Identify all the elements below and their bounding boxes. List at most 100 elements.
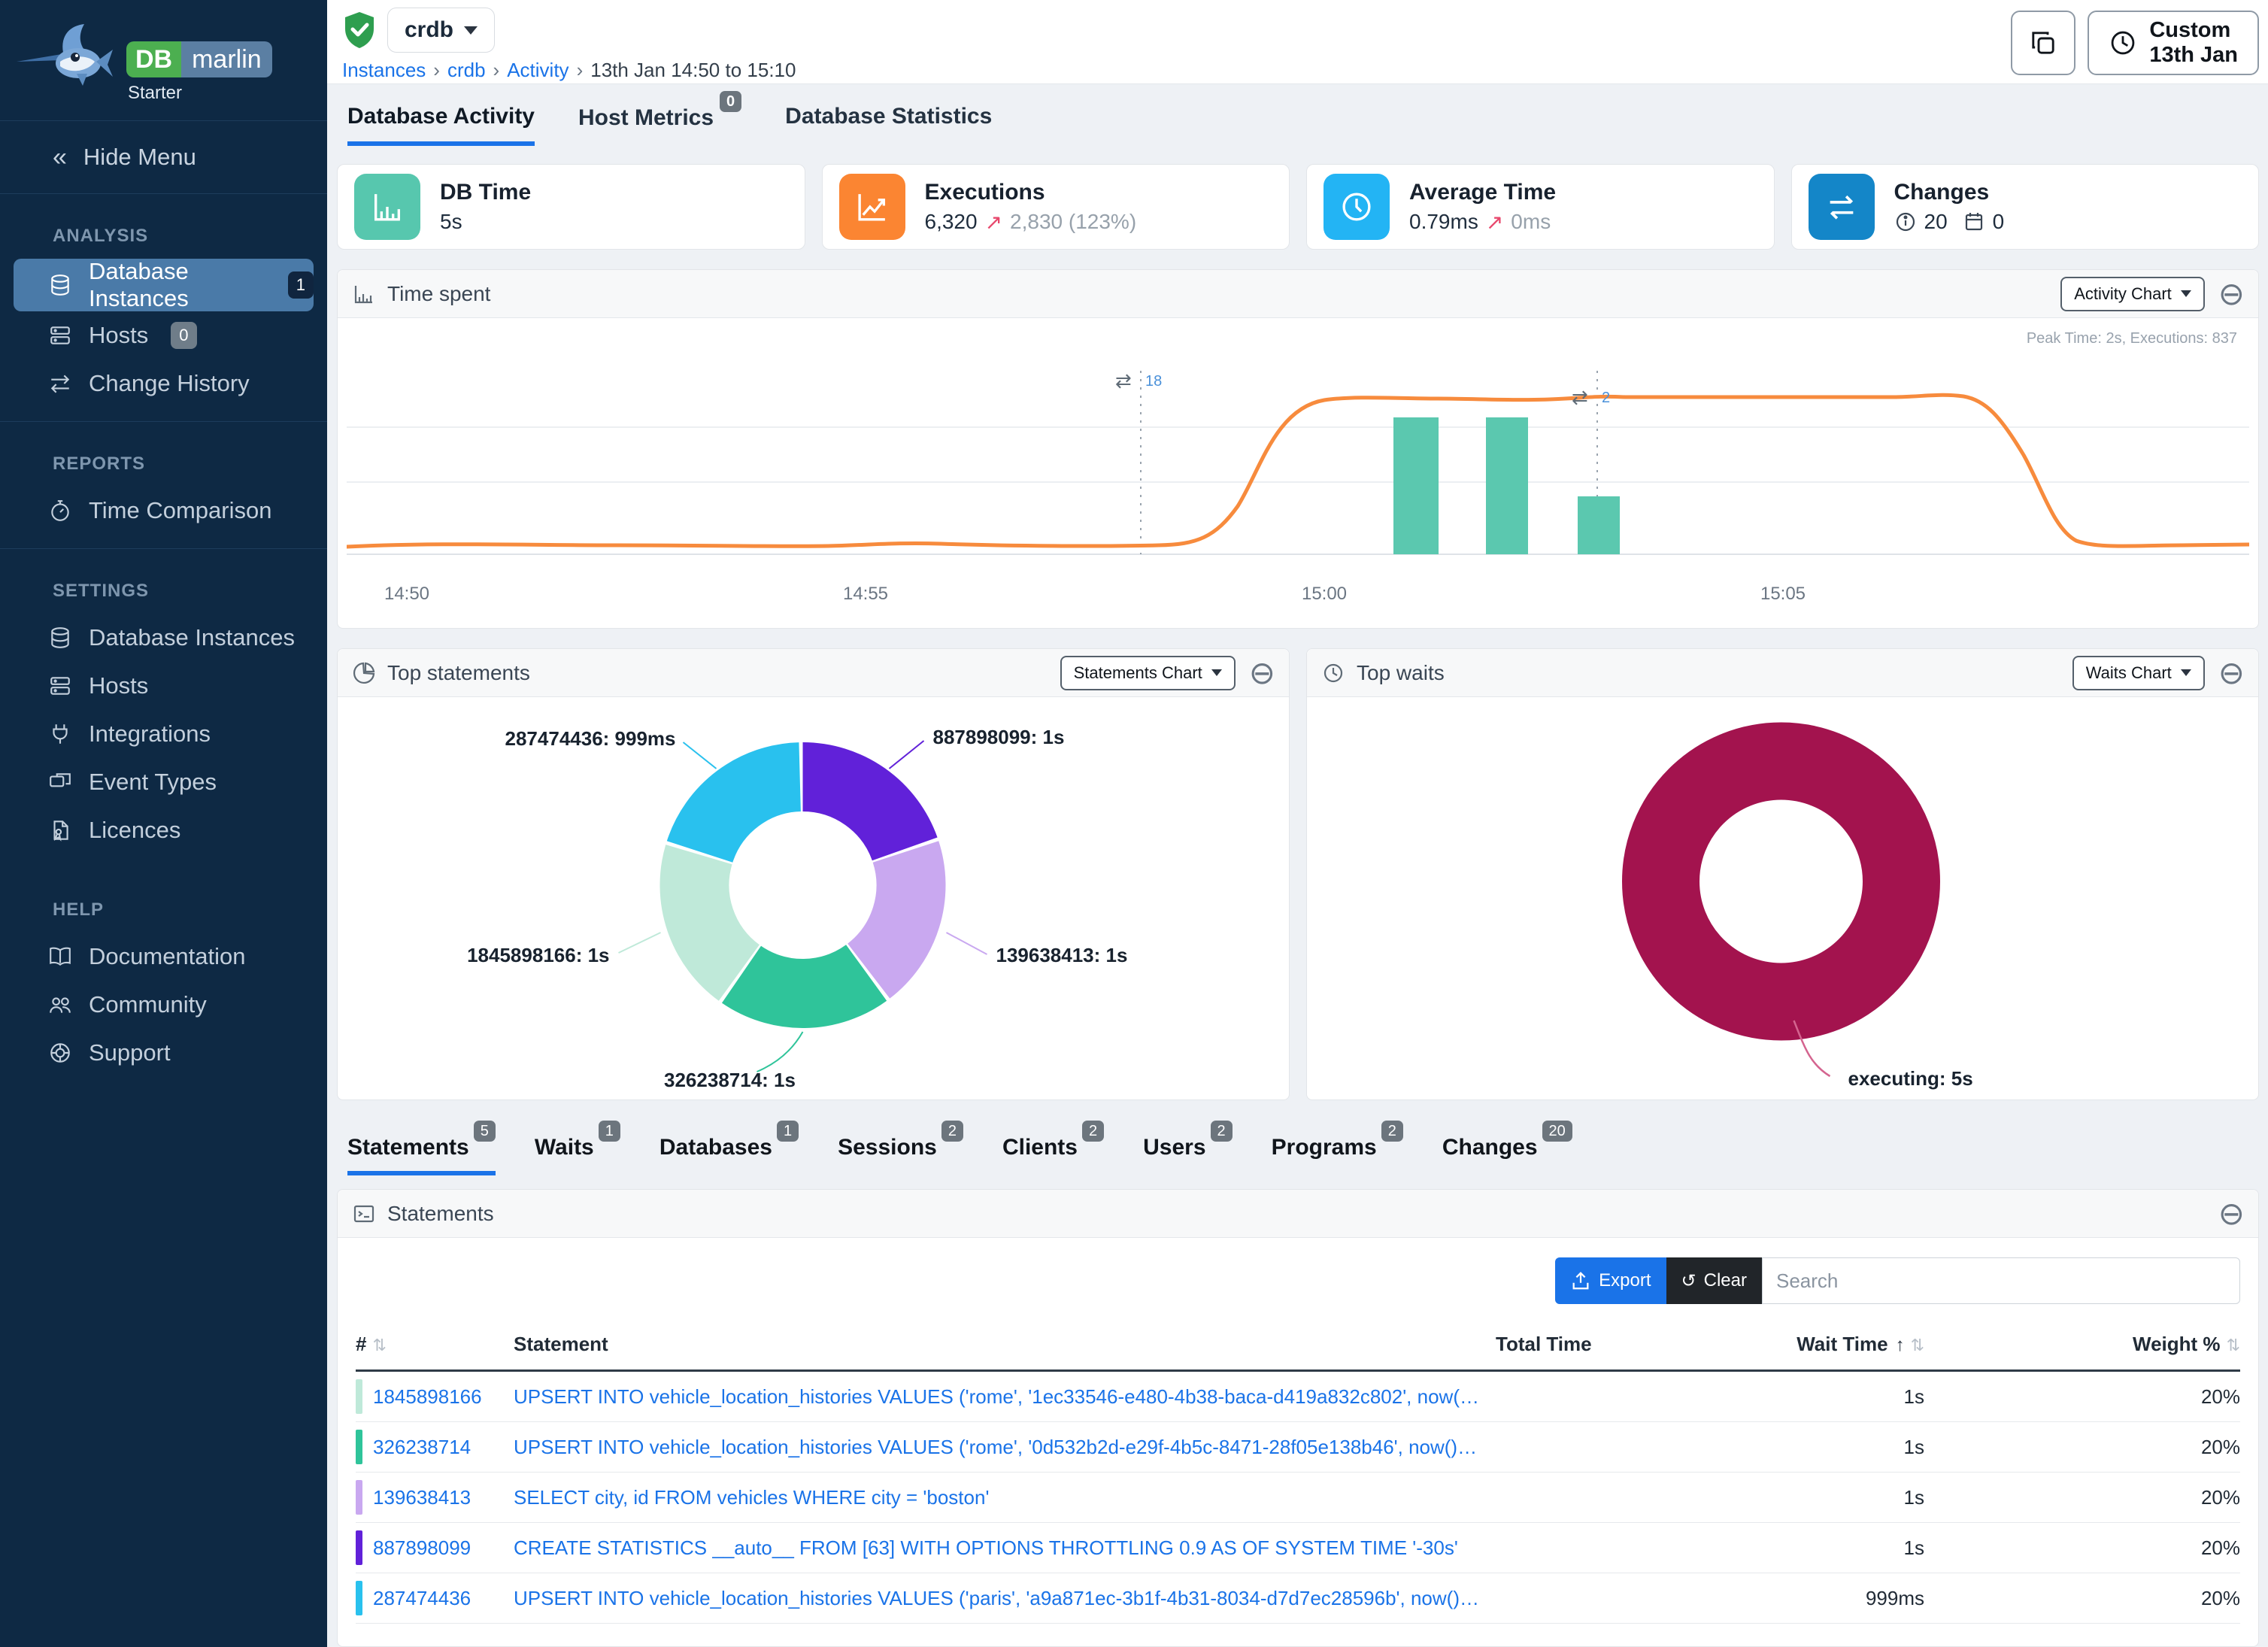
section-label: REPORTS bbox=[0, 443, 327, 487]
clear-button[interactable]: ↺ Clear bbox=[1666, 1257, 1762, 1304]
sort-up-icon[interactable]: ↑ bbox=[1896, 1335, 1905, 1355]
sidebar-item-label: Time Comparison bbox=[89, 497, 271, 524]
sidebar-item-documentation[interactable]: Documentation bbox=[0, 933, 327, 981]
search-input[interactable] bbox=[1762, 1257, 2240, 1304]
change-annotation-count[interactable]: 2 bbox=[1602, 390, 1610, 406]
sidebar-item-time-comparison[interactable]: Time Comparison bbox=[0, 487, 327, 535]
statement-id-link[interactable]: 326238714 bbox=[373, 1436, 486, 1459]
sidebar-item-integrations[interactable]: Integrations bbox=[0, 710, 327, 758]
clock-icon bbox=[1324, 174, 1390, 240]
sidebar-item-event-types[interactable]: Event Types bbox=[0, 758, 327, 806]
breadcrumb: Instances › crdb › Activity › 13th Jan 1… bbox=[342, 59, 796, 82]
statement-link[interactable]: UPSERT INTO vehicle_location_histories V… bbox=[514, 1385, 1496, 1409]
statement-list-icon bbox=[353, 1203, 375, 1225]
tab-database-activity[interactable]: Database Activity bbox=[347, 104, 535, 146]
statement-id-link[interactable]: 139638413 bbox=[373, 1486, 486, 1509]
sidebar-item-settings-database-instances[interactable]: Database Instances bbox=[0, 614, 327, 662]
breadcrumb-crdb[interactable]: crdb bbox=[447, 59, 486, 82]
sidebar-section-help: HELP Documentation Community Support bbox=[0, 868, 327, 1090]
top-waits-donut[interactable]: executing: 5s bbox=[1307, 697, 2258, 1096]
sort-icon[interactable]: ⇅ bbox=[372, 1336, 386, 1354]
donut-slice[interactable] bbox=[1661, 761, 1902, 1002]
statement-id-link[interactable]: 887898099 bbox=[373, 1536, 486, 1560]
export-button[interactable]: Export bbox=[1555, 1257, 1666, 1304]
statement-link[interactable]: CREATE STATISTICS __auto__ FROM [63] WIT… bbox=[514, 1536, 1496, 1560]
waits-chart-select[interactable]: Waits Chart bbox=[2072, 656, 2205, 690]
kpi-db-time: DB Time 5s bbox=[337, 164, 805, 250]
tab-sessions[interactable]: Sessions2 bbox=[838, 1133, 963, 1175]
sidebar-section-reports: REPORTS Time Comparison bbox=[0, 422, 327, 548]
sidebar-item-change-history[interactable]: Change History bbox=[0, 359, 327, 408]
table-toolbar: Export ↺ Clear bbox=[338, 1238, 2258, 1310]
tab-programs[interactable]: Programs2 bbox=[1272, 1133, 1403, 1175]
sidebar-item-community[interactable]: Community bbox=[0, 981, 327, 1029]
clear-label: Clear bbox=[1704, 1270, 1747, 1291]
tab-changes[interactable]: Changes20 bbox=[1442, 1133, 1572, 1175]
kpi-row: DB Time 5s Executions 6,320 ↗ 2,830 (123… bbox=[337, 164, 2259, 250]
sidebar-item-database-instances[interactable]: Database Instances 1 bbox=[14, 259, 314, 311]
statements-chart-select[interactable]: Statements Chart bbox=[1060, 656, 1236, 690]
wait-time-value: 1s bbox=[1609, 1486, 1924, 1509]
collapse-icon[interactable]: ⊖ bbox=[2218, 278, 2245, 310]
activity-chart-select[interactable]: Activity Chart bbox=[2060, 277, 2205, 311]
weight-value: 20% bbox=[1924, 1385, 2240, 1409]
change-annotation-count[interactable]: 18 bbox=[1145, 373, 1162, 390]
activity-line-chart[interactable]: ⇄ 18 ⇄ 2 14:50 14:55 15:00 15:05 bbox=[347, 357, 2249, 622]
sidebar-item-hosts[interactable]: Hosts 0 bbox=[0, 311, 327, 359]
kpi-executions: Executions 6,320 ↗ 2,830 (123%) bbox=[822, 164, 1290, 250]
col-header-total-time[interactable]: Total Time bbox=[1496, 1333, 1609, 1356]
wait-time-value: 1s bbox=[1609, 1385, 1924, 1409]
export-icon bbox=[1570, 1270, 1591, 1291]
breadcrumb-activity[interactable]: Activity bbox=[507, 59, 569, 82]
tab-users[interactable]: Users2 bbox=[1143, 1133, 1233, 1175]
bar-chart-icon bbox=[353, 283, 375, 305]
collapse-icon[interactable]: ⊖ bbox=[2218, 657, 2245, 689]
tab-label: Database Activity bbox=[347, 104, 535, 129]
col-header-num[interactable]: #⇅ bbox=[356, 1333, 514, 1356]
instance-selector-button[interactable]: crdb bbox=[387, 8, 495, 53]
tab-statements[interactable]: Statements5 bbox=[347, 1133, 496, 1175]
statement-color-bar bbox=[356, 1430, 362, 1464]
collapse-icon[interactable]: ⊖ bbox=[1249, 657, 1275, 689]
time-range-button[interactable]: Custom 13th Jan bbox=[2088, 11, 2259, 75]
brand-marlin: marlin bbox=[181, 41, 272, 77]
sidebar-item-settings-hosts[interactable]: Hosts bbox=[0, 662, 327, 710]
count-badge: 20 bbox=[1542, 1121, 1572, 1142]
tab-database-statistics[interactable]: Database Statistics bbox=[785, 104, 992, 146]
community-icon bbox=[48, 993, 72, 1017]
server-icon bbox=[48, 674, 72, 698]
col-header-statement[interactable]: Statement bbox=[514, 1333, 1496, 1356]
change-marker-icon[interactable]: ⇄ bbox=[1572, 386, 1588, 408]
change-marker-icon[interactable]: ⇄ bbox=[1115, 369, 1132, 392]
col-header-wait-time[interactable]: Wait Time↑⇅ bbox=[1609, 1333, 1924, 1356]
weight-value: 20% bbox=[1924, 1587, 2240, 1610]
hide-menu-button[interactable]: « Hide Menu bbox=[0, 121, 327, 193]
copy-link-button[interactable] bbox=[2011, 11, 2075, 75]
col-header-weight[interactable]: Weight %⇅ bbox=[1924, 1333, 2240, 1356]
sidebar-item-support[interactable]: Support bbox=[0, 1029, 327, 1077]
tab-label: Database Statistics bbox=[785, 104, 992, 129]
tab-host-metrics[interactable]: Host Metrics0 bbox=[578, 104, 741, 146]
pie-chart-icon bbox=[353, 662, 375, 684]
tab-databases[interactable]: Databases1 bbox=[659, 1133, 799, 1175]
statement-id-link[interactable]: 1845898166 bbox=[373, 1385, 497, 1409]
statement-link[interactable]: UPSERT INTO vehicle_location_histories V… bbox=[514, 1587, 1496, 1610]
kpi-delta: 0ms bbox=[1511, 210, 1551, 234]
sort-icon[interactable]: ⇅ bbox=[1911, 1336, 1924, 1354]
time-spent-card: Time spent Activity Chart ⊖ Peak Time: 2… bbox=[337, 269, 2259, 629]
top-statements-donut[interactable]: 887898099: 1s 139638413: 1s 326238714: 1… bbox=[338, 697, 1289, 1096]
dbmarlin-logo: DB marlin Starter bbox=[0, 0, 327, 120]
statement-link[interactable]: UPSERT INTO vehicle_location_histories V… bbox=[514, 1436, 1496, 1459]
sort-icon[interactable]: ⇅ bbox=[2227, 1336, 2240, 1354]
tab-waits[interactable]: Waits1 bbox=[535, 1133, 620, 1175]
collapse-icon[interactable]: ⊖ bbox=[2218, 1198, 2245, 1230]
breadcrumb-instances[interactable]: Instances bbox=[342, 59, 426, 82]
tab-clients[interactable]: Clients2 bbox=[1002, 1133, 1104, 1175]
sidebar-item-licences[interactable]: Licences bbox=[0, 806, 327, 854]
kpi-average-time: Average Time 0.79ms ↗ 0ms bbox=[1306, 164, 1775, 250]
statement-id-link[interactable]: 287474436 bbox=[373, 1587, 486, 1610]
top-statements-header: Top statements Statements Chart ⊖ bbox=[338, 649, 1289, 697]
bar-chart-icon bbox=[354, 174, 420, 240]
plug-icon bbox=[48, 722, 72, 746]
statement-link[interactable]: SELECT city, id FROM vehicles WHERE city… bbox=[514, 1486, 1496, 1509]
